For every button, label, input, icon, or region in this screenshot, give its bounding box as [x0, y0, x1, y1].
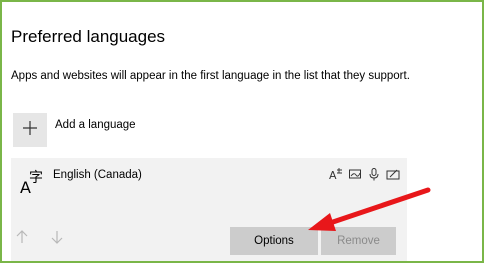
speech-recognition-icon [367, 167, 381, 181]
svg-text:字: 字 [29, 170, 43, 186]
remove-button[interactable]: Remove [321, 227, 396, 255]
add-language-label[interactable]: Add a language [55, 119, 136, 131]
arrow-up-icon[interactable] [14, 229, 30, 250]
section-title: Preferred languages [11, 27, 166, 46]
arrow-down-icon[interactable] [49, 229, 65, 250]
handwriting-icon [348, 167, 362, 181]
svg-text:A: A [329, 169, 337, 181]
add-language-button[interactable] [13, 113, 47, 147]
plus-icon [22, 120, 38, 141]
section-description: Apps and websites will appear in the fir… [11, 70, 410, 82]
keyboard-icon [386, 167, 400, 181]
text-to-speech-icon: A [329, 167, 343, 181]
language-name: English (Canada) [53, 169, 142, 181]
language-feature-icons: A [329, 167, 400, 181]
options-button[interactable]: Options [230, 227, 318, 255]
settings-panel: Preferred languages Apps and websites wi… [0, 0, 484, 263]
language-character-icon: A 字 [19, 166, 47, 201]
add-language-row[interactable]: Add a language [13, 113, 136, 147]
language-list-item[interactable]: A 字 English (Canada) A Options Remove [11, 158, 407, 261]
